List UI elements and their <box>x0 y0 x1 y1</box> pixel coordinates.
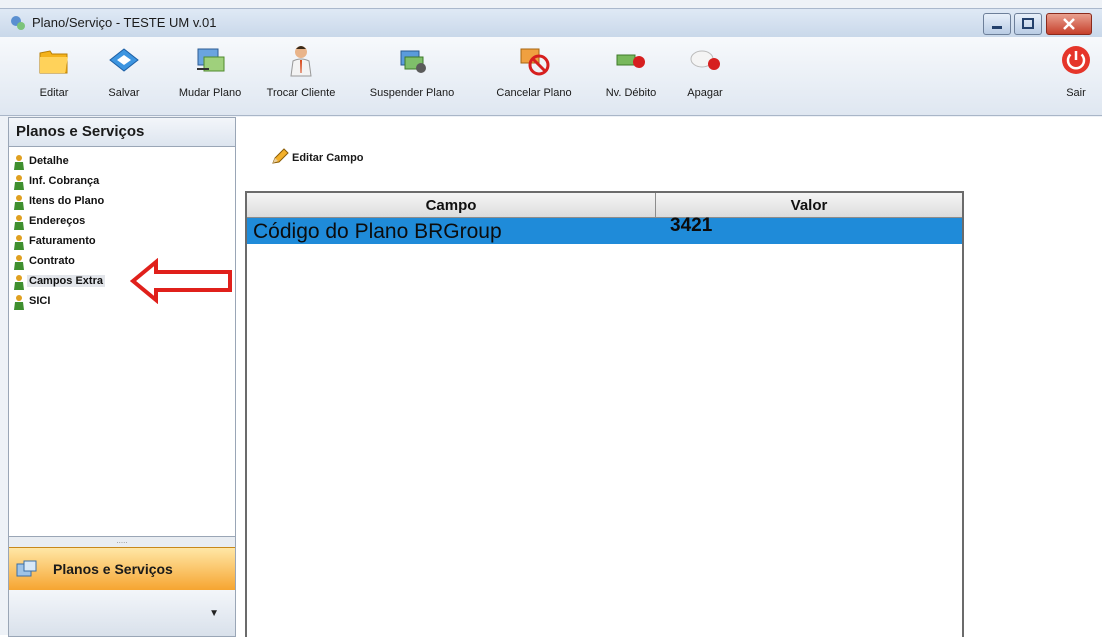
column-header-valor[interactable]: Valor <box>656 193 962 217</box>
trocar-cliente-button[interactable]: Trocar Cliente <box>258 43 344 99</box>
suspend-icon <box>400 50 426 73</box>
cell-valor: 3421 <box>670 215 713 236</box>
change-plan-icon <box>197 48 225 72</box>
nv-debito-button[interactable]: Nv. Débito <box>599 43 663 99</box>
folder-edit-icon <box>39 50 68 74</box>
grid-header: Campo Valor <box>247 193 962 218</box>
sidebar: Planos e Serviços Detalhe Inf. Cobrança … <box>8 117 236 637</box>
sidebar-header: Planos e Serviços <box>9 118 235 147</box>
window-title: Plano/Serviço - TESTE UM v.01 <box>32 15 217 30</box>
person-node-icon <box>14 155 24 170</box>
person-node-icon <box>14 255 24 270</box>
person-node-icon <box>14 295 24 310</box>
cancelar-plano-button[interactable]: Cancelar Plano <box>486 43 582 99</box>
debit-icon <box>616 54 645 68</box>
apagar-button[interactable]: Apagar <box>680 43 730 99</box>
chevron-down-icon[interactable]: ▼ <box>209 608 219 619</box>
sair-button[interactable]: Sair <box>1058 43 1094 99</box>
delete-icon <box>690 50 720 70</box>
cancel-icon <box>520 48 550 76</box>
person-node-icon <box>14 195 24 210</box>
table-row[interactable]: Código do Plano BRGroup 3421 <box>247 215 962 244</box>
annotation-arrow-icon <box>130 258 232 304</box>
mudar-plano-button[interactable]: Mudar Plano <box>172 43 248 99</box>
maximize-icon <box>1022 18 1034 29</box>
pencil-icon <box>272 148 289 164</box>
plans-nav-icon <box>16 560 37 577</box>
editar-button[interactable]: Editar <box>34 43 74 99</box>
power-icon <box>1062 46 1090 74</box>
minimize-button[interactable] <box>983 13 1011 35</box>
toolbar: Editar Salvar Mudar Plano Trocar Cliente… <box>0 37 1102 116</box>
salvar-button[interactable]: Salvar <box>102 43 146 99</box>
close-icon <box>1063 18 1075 30</box>
person-node-icon <box>14 235 24 250</box>
suspender-plano-button[interactable]: Suspender Plano <box>362 43 462 99</box>
splitter-grip[interactable]: ..... <box>9 536 235 547</box>
person-icon <box>290 46 312 77</box>
save-diamond-icon <box>109 48 139 72</box>
extra-fields-grid: Campo Valor Código do Plano BRGroup 3421 <box>245 191 964 637</box>
close-button[interactable] <box>1046 13 1092 35</box>
minimize-icon <box>992 26 1002 29</box>
application-window: Plano/Serviço - TESTE UM v.01 Editar Sal… <box>0 0 1102 637</box>
maximize-button[interactable] <box>1014 13 1042 35</box>
nav-button-planos-servicos[interactable]: Planos e Serviços <box>9 547 235 591</box>
person-node-icon <box>14 175 24 190</box>
sidebar-title: Planos e Serviços <box>16 123 145 140</box>
app-icon <box>11 16 25 30</box>
person-node-icon <box>14 215 24 230</box>
person-node-icon <box>14 275 24 290</box>
cell-campo: Código do Plano BRGroup <box>253 220 502 243</box>
nav-footer: ▼ <box>9 590 235 636</box>
title-bar: Plano/Serviço - TESTE UM v.01 <box>0 8 1102 37</box>
column-header-campo[interactable]: Campo <box>247 193 656 217</box>
